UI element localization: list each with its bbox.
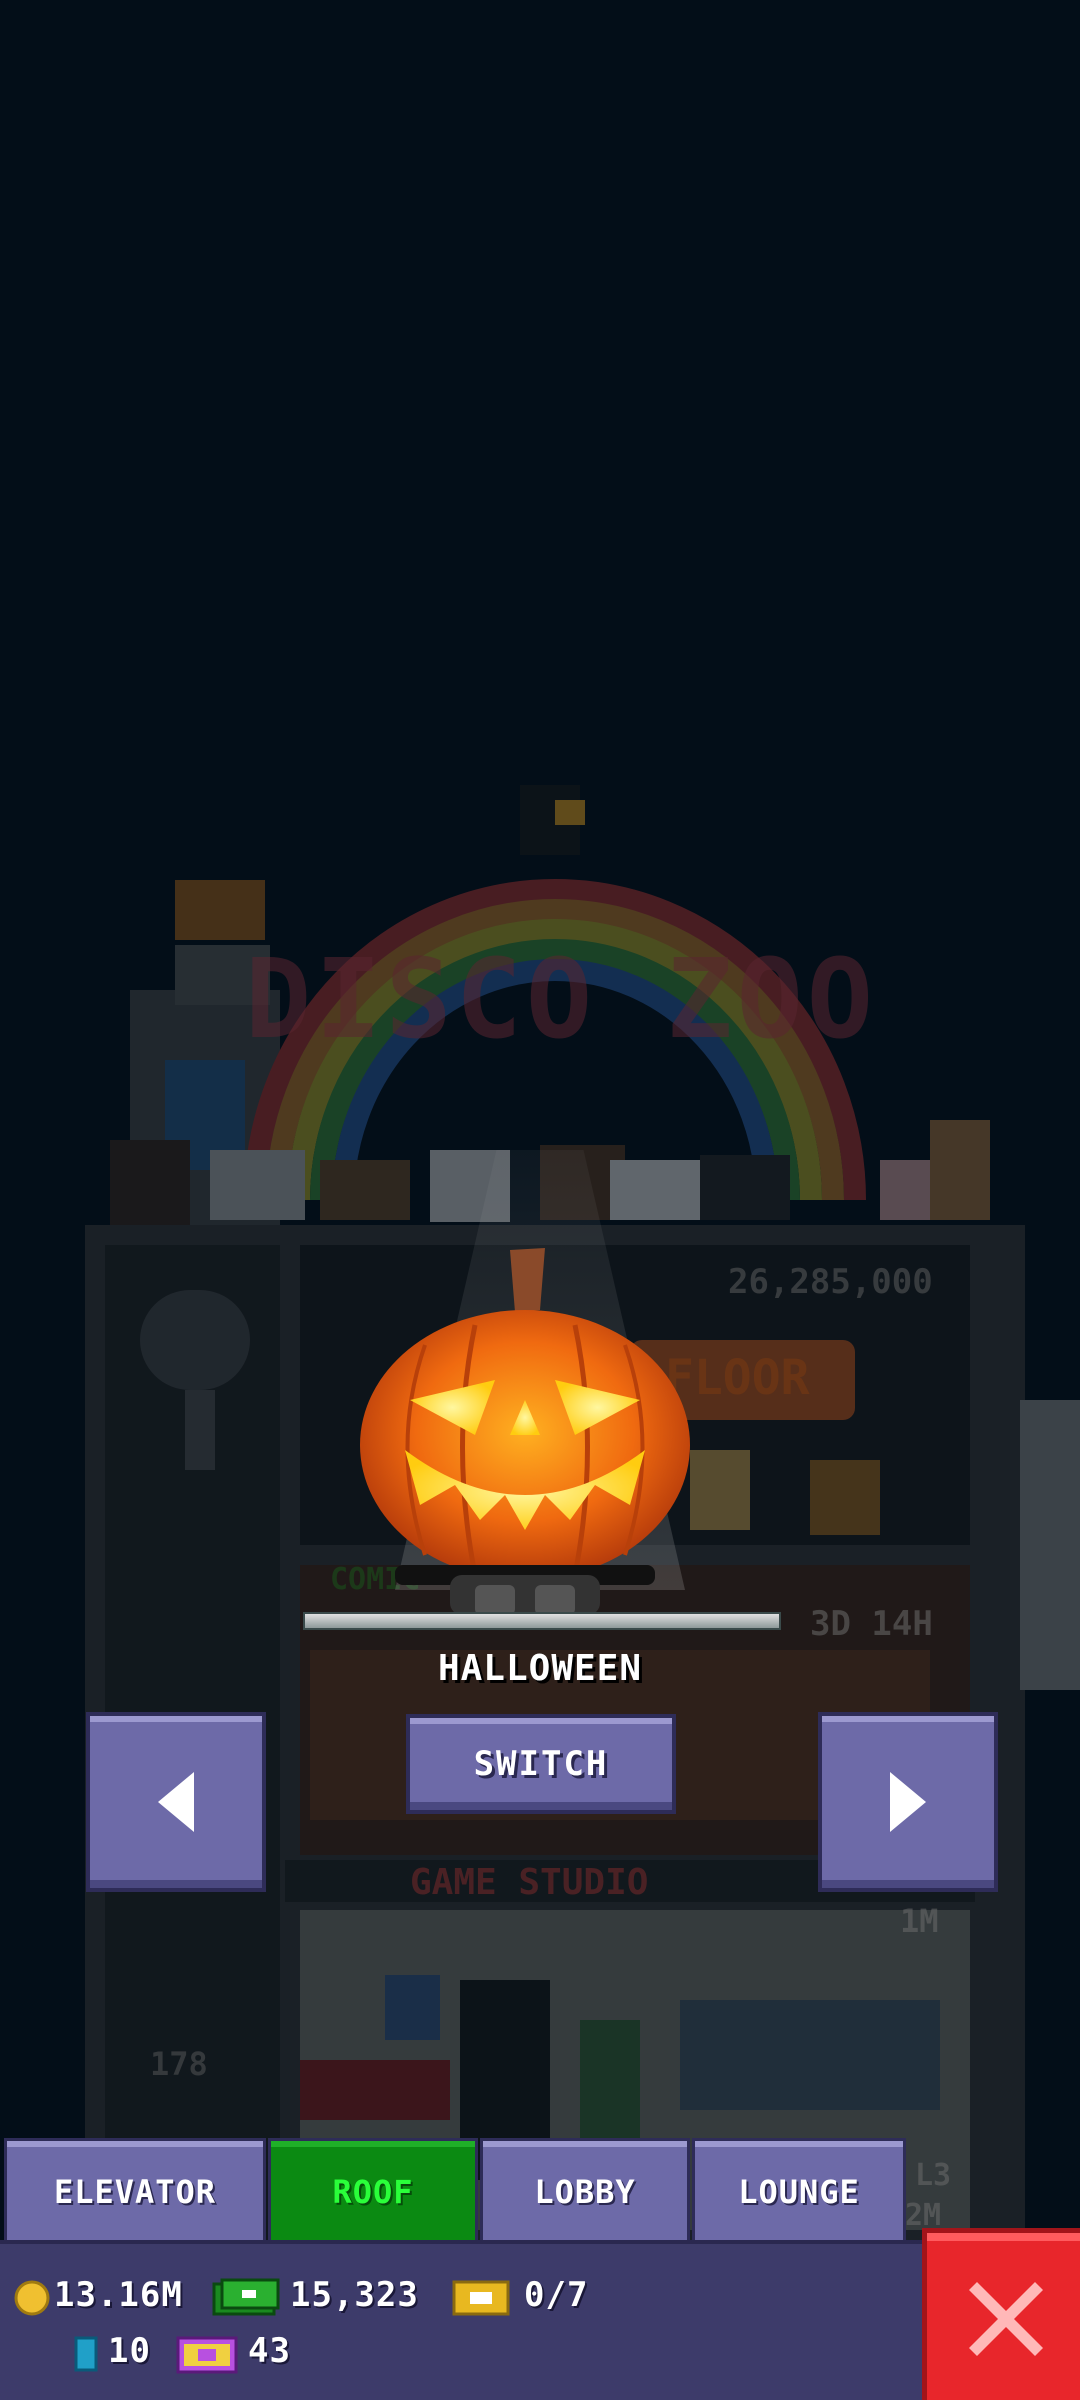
coins-value: 13.16M bbox=[54, 2275, 183, 2315]
side-level: L3 bbox=[915, 2158, 952, 2193]
coin-icon bbox=[14, 2280, 50, 2316]
bux-icon bbox=[212, 2278, 280, 2316]
cubes-value: 10 bbox=[108, 2331, 151, 2371]
display-shelf bbox=[303, 1612, 781, 1630]
close-x-icon bbox=[969, 2282, 1043, 2356]
prev-button[interactable] bbox=[86, 1712, 266, 1892]
jack-o-lantern-icon bbox=[360, 1248, 690, 1615]
floor-timer: 3D 14H bbox=[810, 1604, 933, 1644]
tab-lobby[interactable]: LOBBY bbox=[480, 2138, 690, 2246]
status-bar: 13.16M 15,323 0/7 10 43 bbox=[0, 2240, 930, 2400]
ticket-icon bbox=[452, 2280, 510, 2316]
tab-roof[interactable]: ROOF bbox=[268, 2138, 478, 2246]
golden-ticket-icon bbox=[176, 2336, 238, 2374]
game-studio-label: GAME STUDIO bbox=[410, 1862, 649, 1903]
studio-value: 1M bbox=[900, 1902, 939, 1940]
switch-button[interactable]: SWITCH bbox=[406, 1714, 676, 1814]
arrow-left-icon bbox=[158, 1772, 194, 1832]
floor-number: 178 bbox=[150, 2045, 208, 2083]
bux-value: 15,323 bbox=[290, 2275, 419, 2315]
tab-elevator[interactable]: ELEVATOR bbox=[4, 2138, 266, 2246]
roof-item-name: HALLOWEEN bbox=[437, 1648, 643, 1689]
arrow-right-icon bbox=[890, 1772, 926, 1832]
golden-tickets-value: 43 bbox=[248, 2331, 291, 2371]
floor-price: 26,285,000 bbox=[728, 1262, 933, 1302]
tickets-value: 0/7 bbox=[524, 2275, 589, 2315]
cube-icon bbox=[74, 2336, 98, 2372]
close-button[interactable] bbox=[922, 2228, 1080, 2400]
game-screen: DISCO ZOO 26,285,000 FLOOR COMIC 3D 14H … bbox=[0, 0, 1080, 2400]
tab-lounge[interactable]: LOUNGE bbox=[692, 2138, 906, 2246]
tower-sign: DISCO ZOO bbox=[245, 935, 878, 1063]
next-button[interactable] bbox=[818, 1712, 998, 1892]
